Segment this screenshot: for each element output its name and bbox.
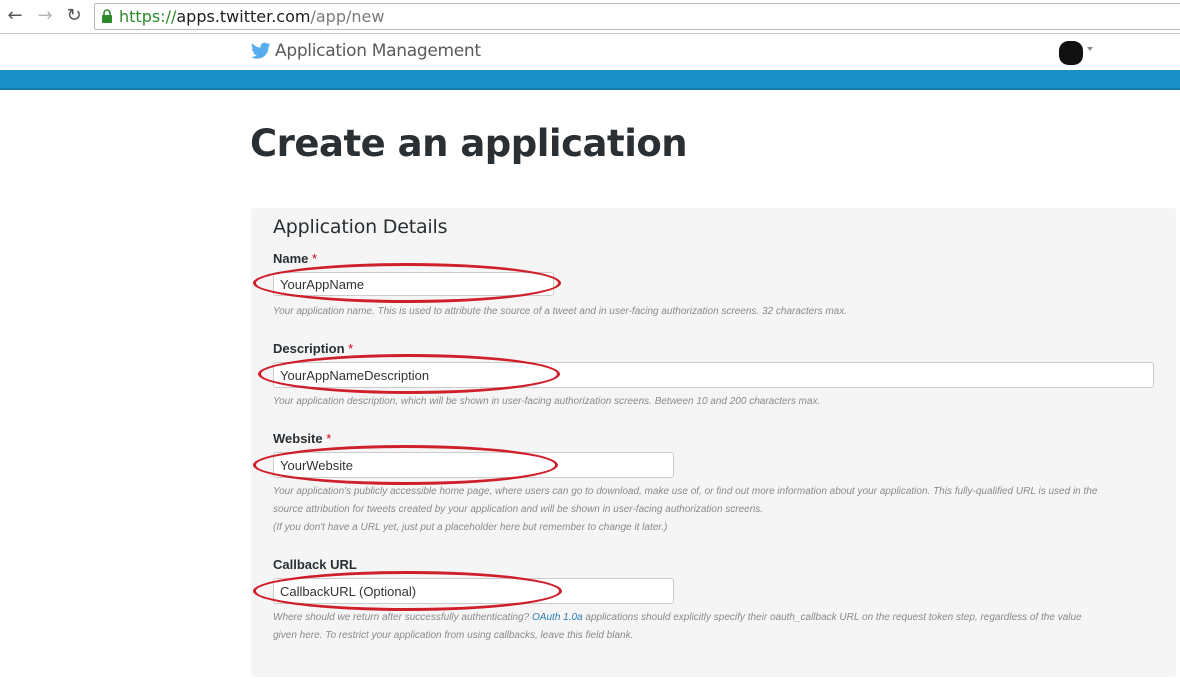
callback-help-after-link: applications should explicitly specify t…: [582, 612, 1082, 623]
url-text: https://apps.twitter.com/app/new: [119, 7, 384, 26]
name-help-text: Your application name. This is used to a…: [273, 306, 848, 317]
url-path: /app/new: [310, 7, 385, 26]
description-help-text: Your application description, which will…: [273, 396, 821, 407]
description-label: Description *: [273, 341, 353, 356]
website-label-text: Website: [273, 431, 323, 446]
url-host: apps.twitter.com: [176, 7, 311, 26]
header-accent-bar: [0, 70, 1180, 90]
website-input[interactable]: [273, 452, 674, 478]
page-title: Create an application: [250, 122, 688, 165]
callback-help-line-1: Where should we return after successfull…: [273, 609, 1163, 627]
app-header: Application Management: [0, 34, 1180, 70]
reload-icon[interactable]: ↻: [63, 5, 85, 27]
twitter-bird-icon[interactable]: [251, 42, 271, 60]
required-marker: *: [348, 341, 354, 356]
lock-icon: [102, 9, 112, 23]
callback-help-text: Where should we return after successfull…: [273, 609, 1163, 645]
avatar[interactable]: [1059, 41, 1083, 65]
description-input[interactable]: [273, 362, 1154, 388]
website-label: Website *: [273, 431, 331, 446]
callback-help-line-2: given here. To restrict your application…: [273, 630, 634, 641]
forward-arrow-icon[interactable]: →: [34, 5, 56, 27]
oauth-link[interactable]: OAuth 1.0a: [532, 612, 583, 623]
callback-url-input[interactable]: [273, 578, 674, 604]
browser-toolbar: ← → ↻ https://apps.twitter.com/app/new: [0, 0, 1180, 34]
address-bar[interactable]: https://apps.twitter.com/app/new: [94, 3, 1180, 30]
url-scheme: https://: [119, 7, 177, 26]
required-marker: *: [326, 431, 332, 446]
name-label: Name *: [273, 251, 317, 266]
website-help-line-1: Your application's publicly accessible h…: [273, 486, 1098, 497]
website-help-line-2: source attribution for tweets created by…: [273, 504, 764, 515]
description-label-text: Description: [273, 341, 345, 356]
website-help-line-3: (If you don't have a URL yet, just put a…: [273, 522, 668, 533]
callback-help-before-link: Where should we return after successfull…: [273, 612, 533, 623]
callback-url-label: Callback URL: [273, 557, 357, 572]
section-title: Application Details: [273, 216, 448, 238]
back-arrow-icon[interactable]: ←: [4, 5, 26, 27]
name-label-text: Name: [273, 251, 309, 266]
website-help-text: Your application's publicly accessible h…: [273, 483, 1163, 537]
required-marker: *: [312, 251, 318, 266]
callback-url-label-text: Callback URL: [273, 557, 357, 572]
caret-down-icon[interactable]: [1087, 47, 1093, 51]
name-input[interactable]: [273, 272, 554, 296]
app-title[interactable]: Application Management: [275, 41, 481, 61]
